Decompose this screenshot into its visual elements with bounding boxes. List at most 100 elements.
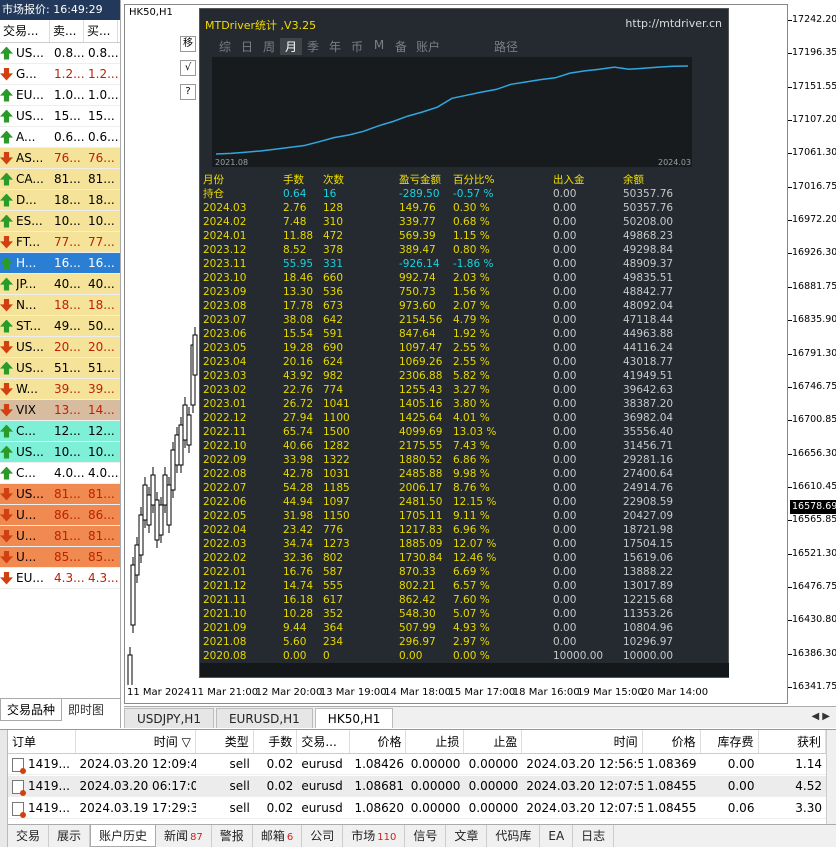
stats-cell: 44963.88 (623, 328, 674, 340)
terminal-tab[interactable]: 市场 110 (343, 825, 406, 847)
stats-cell: 41949.51 (623, 370, 674, 382)
chart-tab-hk50[interactable]: HK50,H1 (314, 708, 394, 728)
bid-cell: 49... (54, 319, 81, 333)
stats-cell: 9.44 (283, 622, 307, 634)
col-volume[interactable]: 手数 (254, 730, 298, 753)
terminal-tab[interactable]: 新闻 87 (156, 825, 212, 847)
market-watch-row[interactable]: AS... 76... 76... (0, 148, 120, 169)
stats-tab[interactable]: 币 (346, 38, 368, 55)
market-watch-row[interactable]: EU... 1.0... 1.0... (0, 85, 120, 106)
stats-cell: 13.30 (283, 286, 314, 298)
market-watch-row[interactable]: JP... 40... 40... (0, 274, 120, 295)
chart-tab-usdjpy[interactable]: USDJPY,H1 (124, 708, 214, 728)
terminal-tab[interactable]: 信号 (405, 825, 447, 847)
stats-cell: 0.00 (553, 468, 577, 480)
tab-tick-chart[interactable]: 即时图 (62, 699, 110, 721)
stats-tab[interactable]: 年 (324, 38, 346, 55)
market-watch-row[interactable]: US... 15... 15... (0, 106, 120, 127)
terminal-tab[interactable]: 交易 (8, 825, 50, 847)
history-row[interactable]: 1419... 2024.03.20 12:09:49 sell 0.02 eurusd… (8, 754, 826, 775)
stats-cell: 0.00 (553, 188, 577, 200)
tab-symbols[interactable]: 交易品种 (0, 699, 63, 721)
stats-tab[interactable]: 日 (236, 38, 258, 55)
market-watch-row[interactable]: C... 12... 12... (0, 421, 120, 442)
stats-row: 2023.08 17.78 673 973.60 2.07 % 0.00 48092.04 (203, 299, 729, 313)
help-icon[interactable]: ? (180, 84, 196, 100)
check-icon[interactable]: √ (180, 60, 196, 76)
market-watch-row[interactable]: H... 16... 16... (0, 253, 120, 274)
market-watch-row[interactable]: ES... 10... 10... (0, 211, 120, 232)
market-watch-row[interactable]: CA... 81... 81... (0, 169, 120, 190)
chart-tab-eurusd[interactable]: EURUSD,H1 (215, 708, 313, 728)
market-watch-row[interactable]: A... 0.6... 0.6... (0, 127, 120, 148)
bid-cell: 13... (54, 403, 81, 417)
col-swap[interactable]: 库存费 (701, 730, 759, 753)
terminal-side-bar[interactable] (0, 730, 8, 847)
col-symbol[interactable]: 交易... (0, 20, 50, 42)
terminal-scrollbar[interactable] (826, 730, 836, 825)
terminal-tab[interactable]: 展示 (49, 825, 91, 847)
history-cell: 1.08455 (643, 798, 701, 818)
terminal-tab[interactable]: 代码库 (487, 825, 541, 847)
col-symbol[interactable]: 交易... (297, 730, 351, 753)
col-type[interactable]: 类型 (196, 730, 254, 753)
terminal-tab[interactable]: 警报 (212, 825, 253, 847)
stats-row: 2024.03 2.76 128 149.76 0.30 % 0.00 50357.76 (203, 201, 729, 215)
stats-cell: 5.82 % (453, 370, 490, 382)
symbol-cell: US... (0, 46, 50, 60)
market-watch-row[interactable]: U... 81... 81... (0, 526, 120, 547)
market-watch-row[interactable]: D... 18... 18... (0, 190, 120, 211)
col-price[interactable]: 价格 (350, 730, 407, 753)
market-watch-row[interactable]: U... 86... 86... (0, 505, 120, 526)
terminal-tab[interactable]: 账户历史 (90, 825, 157, 847)
bid-cell: 85... (54, 550, 81, 564)
col-profit[interactable]: 获利 (759, 730, 827, 753)
col-close-price[interactable]: 价格 (643, 730, 701, 753)
stats-tab[interactable]: 路径 (444, 38, 528, 55)
stats-tab[interactable]: 周 (258, 38, 280, 55)
market-watch-row[interactable]: G... 1.2... 1.2... (0, 64, 120, 85)
terminal-tab[interactable]: 文章 (446, 825, 488, 847)
market-watch-row[interactable]: EU... 4.3... 4.3... (0, 568, 120, 589)
history-row[interactable]: 1419... 2024.03.20 06:17:04 sell 0.02 eurusd… (8, 776, 826, 797)
col-tp[interactable]: 止盈 (464, 730, 523, 753)
tab-scroll-arrows-icon[interactable]: ◀ ▶ (811, 711, 830, 722)
stats-tab[interactable]: 账户 (412, 38, 444, 55)
stats-tab[interactable]: 综 (214, 38, 236, 55)
history-row[interactable]: 1419... 2024.03.19 17:29:32 sell 0.02 eurusd… (8, 798, 826, 819)
market-watch-row[interactable]: N... 18... 18... (0, 295, 120, 316)
market-watch-row[interactable]: US... 81... 81... (0, 484, 120, 505)
market-watch-row[interactable]: US... 51... 51... (0, 358, 120, 379)
col-order[interactable]: 订单 (8, 730, 76, 753)
candle-body (130, 564, 136, 626)
col-sl[interactable]: 止损 (406, 730, 465, 753)
market-watch-row[interactable]: U... 85... 85... (0, 547, 120, 568)
market-watch-row[interactable]: W... 39... 39... (0, 379, 120, 400)
market-watch-row[interactable]: ST... 49... 50... (0, 316, 120, 337)
market-watch-row[interactable]: US... 0.8... 0.8... (0, 43, 120, 64)
mtdriver-url[interactable]: http://mtdriver.cn (625, 17, 722, 30)
col-close-time[interactable]: 时间 (522, 730, 643, 753)
stats-cell: 0.00 (553, 608, 577, 620)
market-watch-row[interactable]: US... 10... 10... (0, 442, 120, 463)
col-bid[interactable]: 卖... (50, 20, 84, 42)
stats-tab[interactable]: 季 (302, 38, 324, 55)
market-watch-row[interactable]: VIX 13... 14... (0, 400, 120, 421)
stats-cell: 472 (323, 230, 344, 242)
price-tick-label: 16386.30 (792, 647, 836, 659)
col-ask[interactable]: 买... (84, 20, 118, 42)
stats-tab[interactable]: 月 (280, 38, 302, 55)
terminal-tab[interactable]: EA (540, 825, 574, 847)
col-open-time[interactable]: 时间 ▽ (76, 730, 196, 753)
stats-tab[interactable]: M (368, 38, 390, 55)
market-watch-row[interactable]: FT... 77... 77... (0, 232, 120, 253)
terminal-tab[interactable]: 公司 (302, 825, 344, 847)
move-icon[interactable]: 移 (180, 36, 196, 52)
terminal-tab[interactable]: 邮箱 6 (253, 825, 303, 847)
market-watch-row[interactable]: US... 20... 20... (0, 337, 120, 358)
history-cell: 1.08369 (643, 754, 701, 774)
stats-tab[interactable]: 备 (390, 38, 412, 55)
market-watch-row[interactable]: C... 4.0... 4.0... (0, 463, 120, 484)
stats-cell: 750.73 (399, 286, 436, 298)
terminal-tab[interactable]: 日志 (573, 825, 615, 847)
